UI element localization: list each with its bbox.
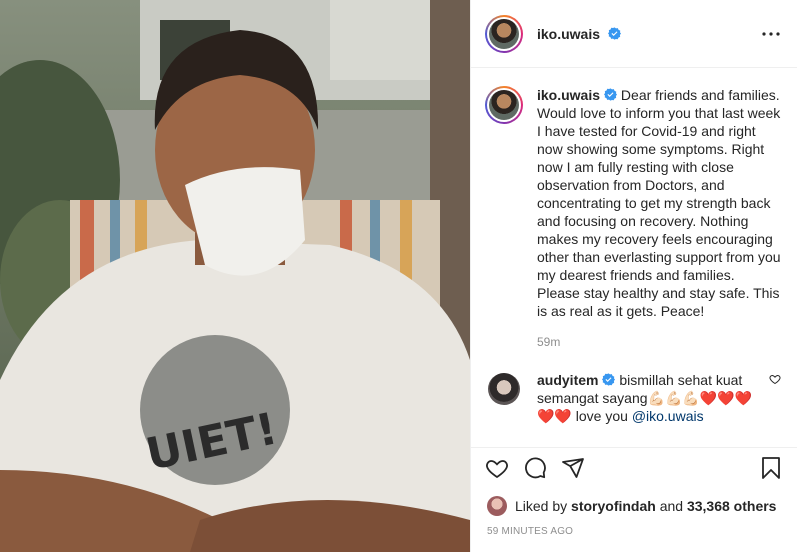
post-panel: iko.uwais iko.uwais Dear friends and fam… [470,0,797,552]
likes-count[interactable]: 33,368 others [687,498,777,514]
likes-summary: Liked by storyofindah and 33,368 others [471,487,797,519]
heart-icon[interactable] [485,456,509,480]
commenter-avatar[interactable] [488,373,520,405]
likes-and: and [659,498,684,514]
comment-icon[interactable] [523,456,547,480]
comment-item: audyitem bismillah sehat kuat semangat s… [485,371,781,425]
likes-prefix: Liked by [515,498,568,514]
author-username-text[interactable]: iko.uwais [537,26,600,42]
comment-text-after: love you [575,408,628,424]
post-photo[interactable]: UIET! [0,0,470,552]
verified-badge-icon [602,373,616,386]
author-username[interactable]: iko.uwais [537,26,621,42]
more-options-icon[interactable] [759,22,783,46]
verified-badge-icon [604,88,618,101]
author-avatar[interactable] [485,14,523,53]
comment-mention[interactable]: @iko.uwais [632,408,704,424]
caption: iko.uwais Dear friends and families. Wou… [485,86,781,351]
like-comment-heart-icon[interactable] [769,373,781,385]
comment-body: audyitem bismillah sehat kuat semangat s… [537,371,765,425]
bookmark-icon[interactable] [759,456,783,480]
liker-username[interactable]: storyofindah [571,498,656,514]
caption-time[interactable]: 59m [537,333,781,351]
instagram-post: UIET! iko.uwais iko.uwais Dear friends a… [0,0,797,552]
verified-badge-icon [607,26,621,40]
post-timestamp[interactable]: 59 minutes ago [471,519,797,552]
caption-author[interactable]: iko.uwais [537,87,600,103]
photo-illustration: UIET! [0,0,470,552]
commenter-username[interactable]: audyitem [537,372,598,388]
liker-avatar[interactable] [487,496,507,516]
post-header: iko.uwais [471,0,797,68]
caption-text: Dear friends and families. Would love to… [537,87,781,319]
caption-body: iko.uwais Dear friends and families. Wou… [537,86,781,351]
share-icon[interactable] [561,456,585,480]
post-actions [471,447,797,487]
caption-author-avatar[interactable] [485,86,523,124]
comments-section: iko.uwais Dear friends and families. Wou… [471,68,797,447]
